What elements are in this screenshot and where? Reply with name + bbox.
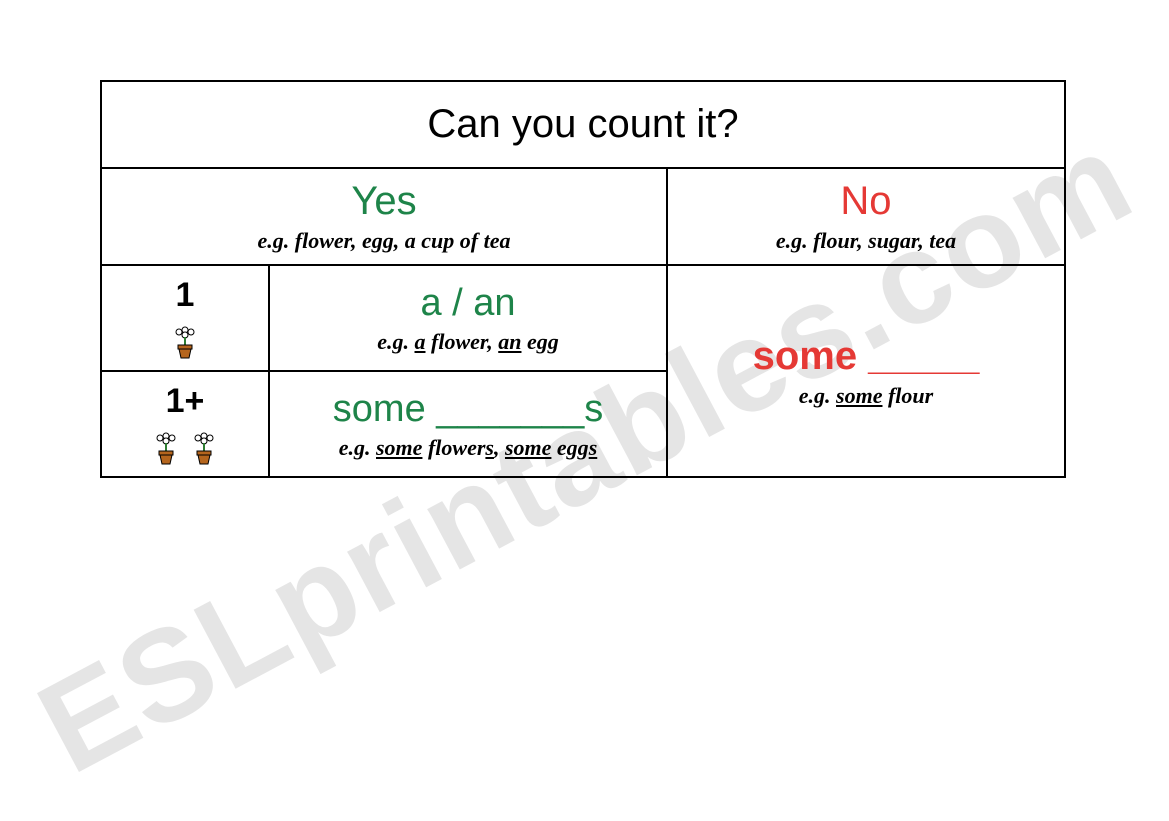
grammar-table: Can you count it? Yes e.g. flower, egg, … <box>100 80 1066 478</box>
row2-rule-cell: some _______s e.g. some flowers, some eg… <box>269 371 667 477</box>
no-header-cell: No e.g. flour, sugar, tea <box>667 168 1065 265</box>
no-rule-cell: some _____ e.g. some flour <box>667 265 1065 477</box>
no-rule: some _____ <box>676 334 1056 379</box>
yes-eg: e.g. flower, egg, a cup of tea <box>110 228 658 254</box>
document-canvas: ESLprintables.com Can you count it? Yes … <box>0 0 1169 821</box>
flowerpot-icon <box>171 325 199 359</box>
row1-number-cell: 1 <box>101 265 269 371</box>
flowerpot-icon <box>152 431 180 465</box>
row1-eg: e.g. a flower, an egg <box>278 329 658 355</box>
table-title: Can you count it? <box>101 81 1065 168</box>
yes-header-cell: Yes e.g. flower, egg, a cup of tea <box>101 168 667 265</box>
row2-number: 1+ <box>110 382 260 421</box>
no-eg: e.g. flour, sugar, tea <box>676 228 1056 254</box>
row1-number: 1 <box>110 276 260 315</box>
no-rule-eg: e.g. some flour <box>676 383 1056 409</box>
yes-head: Yes <box>110 179 658 224</box>
row1-rule: a / an <box>278 282 658 325</box>
row1-rule-cell: a / an e.g. a flower, an egg <box>269 265 667 371</box>
row2-rule: some _______s <box>278 388 658 431</box>
flowerpot-icon <box>190 431 218 465</box>
no-head: No <box>676 179 1056 224</box>
row2-number-cell: 1+ <box>101 371 269 477</box>
row2-eg: e.g. some flowers, some eggs <box>278 435 658 461</box>
